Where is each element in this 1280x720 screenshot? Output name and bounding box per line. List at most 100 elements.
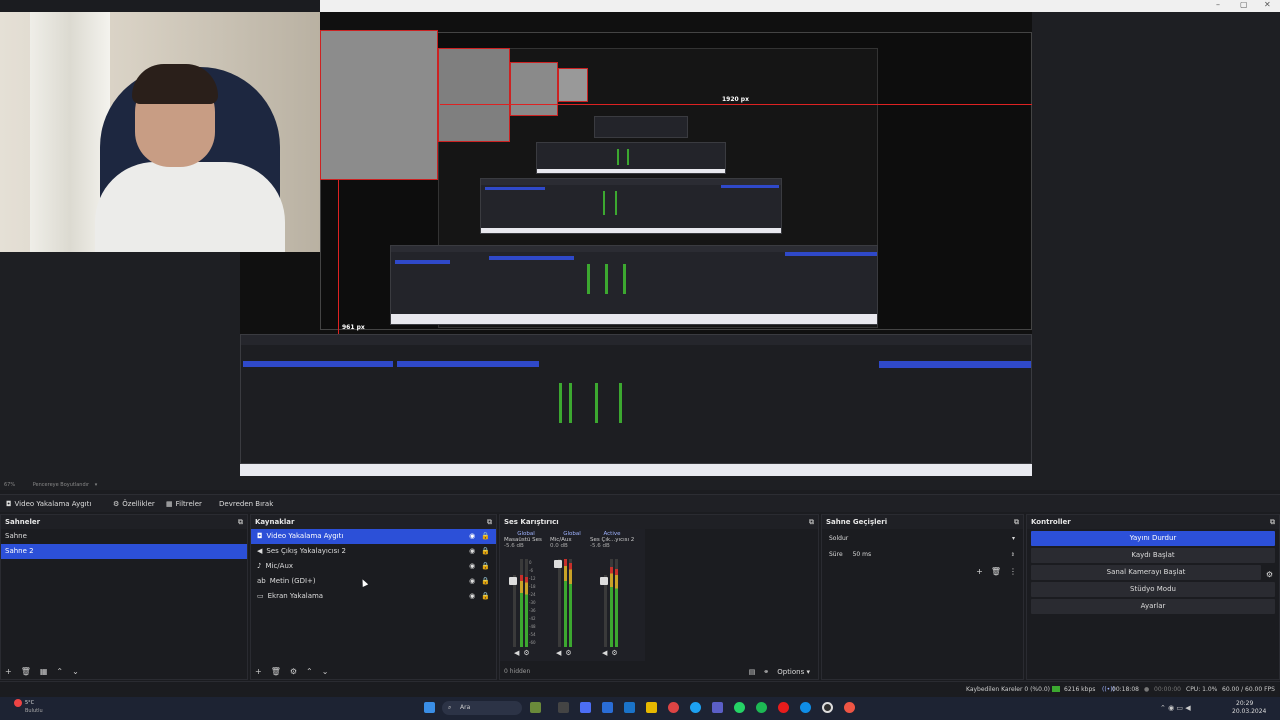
properties-button[interactable]: ⚙ Özellikler	[113, 498, 155, 510]
previewed-taskbar	[240, 464, 1032, 476]
source-item[interactable]: ab Metin (GDI+) ◉ 🔒	[251, 574, 496, 589]
arrow-up-icon[interactable]: ⌃	[306, 667, 313, 676]
folder-icon[interactable]	[646, 702, 657, 713]
options-button[interactable]: Options ▾	[777, 668, 810, 676]
duration-input[interactable]: 50 ms	[853, 551, 872, 558]
lock-icon[interactable]: 🔒	[481, 574, 490, 589]
filters-label: Filtreler	[175, 500, 202, 508]
weather-temp: 5°C	[25, 700, 35, 706]
obs-icon[interactable]	[822, 702, 833, 713]
volume-slider-handle[interactable]	[554, 560, 562, 568]
chevron-down-icon[interactable]: ▾	[95, 482, 98, 488]
scene-item[interactable]: Sahne	[1, 529, 247, 544]
chevron-down-icon: ▾	[1011, 535, 1015, 542]
chrome-icon[interactable]	[668, 702, 679, 713]
tray-icons[interactable]: ⌃ ◉ ▭ ◀	[1160, 704, 1191, 712]
maximize-icon[interactable]: ▢	[1240, 0, 1248, 9]
channel-db: 0.0 dB	[550, 543, 568, 549]
trash-icon[interactable]: 🗑	[271, 667, 281, 676]
gear-icon[interactable]: ⚙	[523, 649, 529, 657]
webcam-source[interactable]	[0, 12, 320, 252]
more-icon[interactable]: ⋮	[1009, 567, 1017, 576]
eye-icon[interactable]: ◉	[469, 559, 475, 574]
active-source-name: Video Yakalama Aygıtı	[14, 500, 92, 508]
undock-icon[interactable]: ⧉	[238, 515, 243, 529]
filters-button[interactable]: ▦ Filtreler	[166, 498, 202, 510]
teams-icon[interactable]	[712, 702, 723, 713]
transition-select[interactable]: Soldur ▾	[826, 533, 1019, 545]
channel-controls: ◀ ⚙	[602, 649, 618, 657]
add-icon[interactable]: +	[976, 567, 983, 576]
skype-icon[interactable]	[690, 702, 701, 713]
start-virtual-camera-button[interactable]: Sanal Kamerayı Başlat	[1031, 565, 1261, 580]
gear-icon[interactable]: ⚙	[611, 649, 617, 657]
arrow-down-icon[interactable]: ⌄	[72, 667, 79, 676]
deactivate-button[interactable]: Devreden Bırak	[219, 498, 273, 510]
stop-stream-button[interactable]: Yayını Durdur	[1031, 531, 1275, 546]
undock-icon[interactable]: ⧉	[487, 515, 492, 529]
speaker-icon[interactable]: ◀	[556, 649, 561, 657]
volume-meter	[615, 559, 618, 647]
gear-icon[interactable]: ⚙	[290, 667, 297, 676]
camera-icon: ◘	[257, 532, 263, 540]
source-item[interactable]: ◀ Ses Çıkış Yakalayıcısı 2 ◉ 🔒	[251, 544, 496, 559]
app-icon[interactable]	[602, 702, 613, 713]
start-icon[interactable]	[424, 702, 435, 713]
whatsapp-icon[interactable]	[734, 702, 745, 713]
add-icon[interactable]: +	[5, 667, 12, 676]
trash-icon[interactable]: 🗑	[991, 567, 1001, 576]
scene-item-selected[interactable]: Sahne 2	[1, 544, 247, 559]
clock-date[interactable]: 20.03.2024	[1232, 708, 1266, 715]
app-icon[interactable]	[580, 702, 591, 713]
undock-icon[interactable]: ⧉	[1014, 515, 1019, 529]
preview-area[interactable]: 1920 px 961 px 67% Pencereye Boyutlandır…	[0, 12, 1280, 490]
clock-time[interactable]: 20:29	[1236, 700, 1253, 707]
close-icon[interactable]: ✕	[1264, 0, 1271, 9]
lock-icon[interactable]: 🔒	[481, 559, 490, 574]
trash-icon[interactable]: 🗑	[21, 667, 31, 676]
arrow-down-icon[interactable]: ⌄	[322, 667, 329, 676]
volume-slider-handle[interactable]	[600, 577, 608, 585]
undock-icon[interactable]: ⧉	[809, 515, 814, 529]
speaker-icon[interactable]: ◀	[514, 649, 519, 657]
layout-icon[interactable]: ▤	[749, 668, 756, 676]
edge-icon[interactable]	[800, 702, 811, 713]
gear-icon[interactable]: ⚙	[565, 649, 571, 657]
mixer-channel: Global Masaüstü Ses -5.6 dB	[504, 531, 548, 549]
lock-icon[interactable]: 🔒	[481, 529, 490, 544]
chrome-icon[interactable]	[844, 702, 855, 713]
settings-button[interactable]: Ayarlar	[1031, 599, 1275, 614]
speaker-icon[interactable]: ◀	[602, 649, 607, 657]
eye-icon[interactable]: ◉	[469, 529, 475, 544]
minimize-icon[interactable]: –	[1216, 0, 1220, 9]
zoom-indicator: 67% Pencereye Boyutlandır ▾	[4, 482, 97, 488]
undock-icon[interactable]: ⧉	[1270, 515, 1275, 529]
outlook-icon[interactable]	[624, 702, 635, 713]
spotify-icon[interactable]	[756, 702, 767, 713]
volume-slider-handle[interactable]	[509, 577, 517, 585]
filter-icon[interactable]: ▦	[40, 667, 48, 676]
taskbar-search[interactable]: ⌕ Ara	[442, 701, 522, 715]
arrow-up-icon[interactable]: ⌃	[56, 667, 63, 676]
opera-icon[interactable]	[778, 702, 789, 713]
task-view-icon[interactable]	[558, 702, 569, 713]
fit-label[interactable]: Pencereye Boyutlandır	[33, 482, 89, 488]
start-recording-button[interactable]: Kaydı Başlat	[1031, 548, 1275, 563]
lock-icon[interactable]: 🔒	[481, 544, 490, 559]
source-item[interactable]: ♪ Mic/Aux ◉ 🔒	[251, 559, 496, 574]
link-icon[interactable]: ⚭	[763, 668, 769, 676]
eye-icon[interactable]: ◉	[469, 544, 475, 559]
volume-meter	[520, 559, 523, 647]
eye-icon[interactable]: ◉	[469, 574, 475, 589]
source-item[interactable]: ▭ Ekran Yakalama ◉ 🔒	[251, 589, 496, 604]
add-icon[interactable]: +	[255, 667, 262, 676]
source-item[interactable]: ◘ Video Yakalama Aygıtı ◉ 🔒	[251, 529, 496, 544]
weather-desc[interactable]: Bulutlu	[25, 708, 43, 714]
gear-icon[interactable]: ⚙	[1266, 570, 1273, 579]
lock-icon[interactable]: 🔒	[481, 589, 490, 604]
widgets-icon[interactable]	[530, 702, 541, 713]
dropped-frames: Kaybedilen Kareler 0 (%0.0)	[966, 686, 1051, 693]
eye-icon[interactable]: ◉	[469, 589, 475, 604]
stepper-icon[interactable]: ⇕	[1011, 549, 1015, 561]
studio-mode-button[interactable]: Stüdyo Modu	[1031, 582, 1275, 597]
